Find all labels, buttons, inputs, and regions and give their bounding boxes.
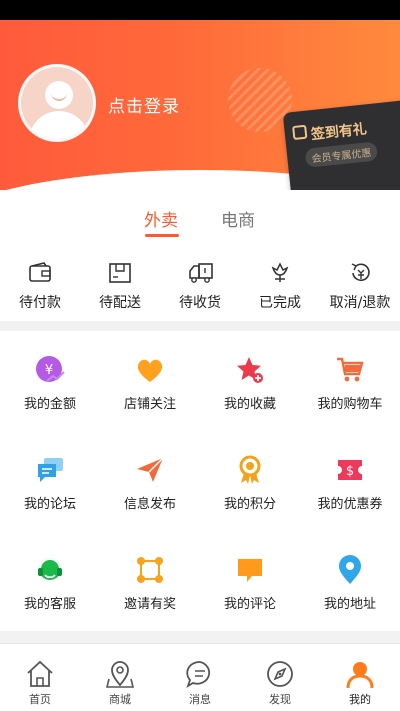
nav-mine[interactable]: 我的 [320, 644, 400, 711]
order-pending-receipt[interactable]: 待收货 [160, 262, 240, 312]
service-post-info[interactable]: 信息发布 [100, 431, 200, 531]
nav-label: 首页 [29, 693, 51, 706]
user-icon [345, 659, 375, 689]
comment-icon [235, 555, 265, 585]
package-icon [108, 262, 132, 284]
service-label: 我的论坛 [23, 497, 76, 512]
nav-messages[interactable]: 消息 [160, 644, 240, 711]
invite-icon [135, 555, 165, 585]
flower-icon [268, 262, 292, 284]
nav-label: 我的 [349, 693, 371, 706]
bottom-navigation: 首页 商城 消息 发现 我的 [0, 643, 400, 711]
nav-home[interactable]: 首页 [0, 644, 80, 711]
signin-subtitle: 会员专属优惠 [304, 141, 379, 168]
service-my-favorites[interactable]: 我的收藏 [200, 331, 300, 431]
send-icon [135, 455, 165, 485]
active-tab-indicator [145, 234, 179, 237]
tab-takeaway[interactable]: 外卖 [144, 206, 178, 231]
service-label: 我的积分 [223, 497, 276, 512]
service-label: 我的客服 [23, 597, 76, 612]
order-label: 待配送 [99, 295, 141, 311]
service-my-points[interactable]: 我的积分 [200, 431, 300, 531]
order-label: 待付款 [19, 295, 61, 311]
home-icon [25, 659, 55, 689]
wallet-icon [28, 262, 52, 284]
service-label: 信息发布 [123, 497, 176, 512]
login-link[interactable]: 点击登录 [108, 92, 180, 117]
service-my-forum[interactable]: 我的论坛 [0, 431, 100, 531]
truck-icon [188, 262, 213, 284]
service-my-cart[interactable]: 我的购物车 [300, 331, 400, 431]
gift-icon [292, 124, 308, 141]
service-my-comments[interactable]: 我的评论 [200, 531, 300, 631]
decorative-circle [228, 68, 292, 132]
order-pending-payment[interactable]: 待付款 [0, 262, 80, 312]
tab-ecommerce[interactable]: 电商 [221, 206, 255, 231]
service-invite-reward[interactable]: 邀请有奖 [100, 531, 200, 631]
service-my-coupons[interactable]: $ 我的优惠券 [300, 431, 400, 531]
service-label: 邀请有奖 [123, 597, 176, 612]
headset-icon [35, 555, 65, 585]
service-label: 我的金额 [23, 397, 76, 412]
avatar-body [29, 111, 89, 139]
nav-mall[interactable]: 商城 [80, 644, 160, 711]
signin-title: 签到有礼 [310, 121, 368, 144]
chat-icon [35, 455, 65, 485]
coupon-icon: $ [335, 455, 365, 485]
order-status-row: 待付款 待配送 待收货 已完成 取消/退款 [0, 262, 400, 314]
service-label: 我的评论 [223, 597, 276, 612]
refund-icon [348, 262, 372, 284]
signin-card[interactable]: 签到有礼 会员专属优惠 [282, 99, 400, 203]
service-label: 我的地址 [323, 597, 376, 612]
nav-label: 消息 [189, 693, 211, 706]
money-icon: ¥ [35, 355, 65, 385]
heart-icon [135, 355, 165, 385]
compass-icon [265, 659, 295, 689]
order-label: 取消/退款 [329, 295, 391, 311]
store-location-icon [105, 659, 135, 689]
order-pending-delivery[interactable]: 待配送 [80, 262, 160, 312]
service-label: 我的收藏 [223, 397, 276, 412]
nav-discover[interactable]: 发现 [240, 644, 320, 711]
location-icon [335, 555, 365, 585]
message-icon [185, 659, 215, 689]
order-label: 已完成 [259, 295, 301, 311]
nav-label: 商城 [109, 693, 131, 706]
avatar[interactable] [18, 64, 96, 142]
services-grid: ¥ 我的金额 店铺关注 我的收藏 我的购物车 我的论坛 信息发布 我的积分 $ … [0, 331, 400, 631]
nav-label: 发现 [269, 693, 291, 706]
cart-icon [335, 355, 365, 385]
service-label: 店铺关注 [123, 397, 176, 412]
status-bar [0, 0, 400, 20]
service-label: 我的购物车 [317, 397, 383, 412]
service-my-balance[interactable]: ¥ 我的金额 [0, 331, 100, 431]
svg-text:$: $ [346, 464, 354, 479]
medal-icon [235, 455, 265, 485]
service-store-follow[interactable]: 店铺关注 [100, 331, 200, 431]
service-my-address[interactable]: 我的地址 [300, 531, 400, 631]
service-label: 我的优惠券 [317, 497, 383, 512]
star-icon [235, 355, 265, 385]
order-refund[interactable]: 取消/退款 [320, 262, 400, 312]
order-label: 待收货 [179, 295, 221, 311]
order-tabs: 外卖 电商 [0, 206, 400, 237]
order-completed[interactable]: 已完成 [240, 262, 320, 312]
service-customer-service[interactable]: 我的客服 [0, 531, 100, 631]
